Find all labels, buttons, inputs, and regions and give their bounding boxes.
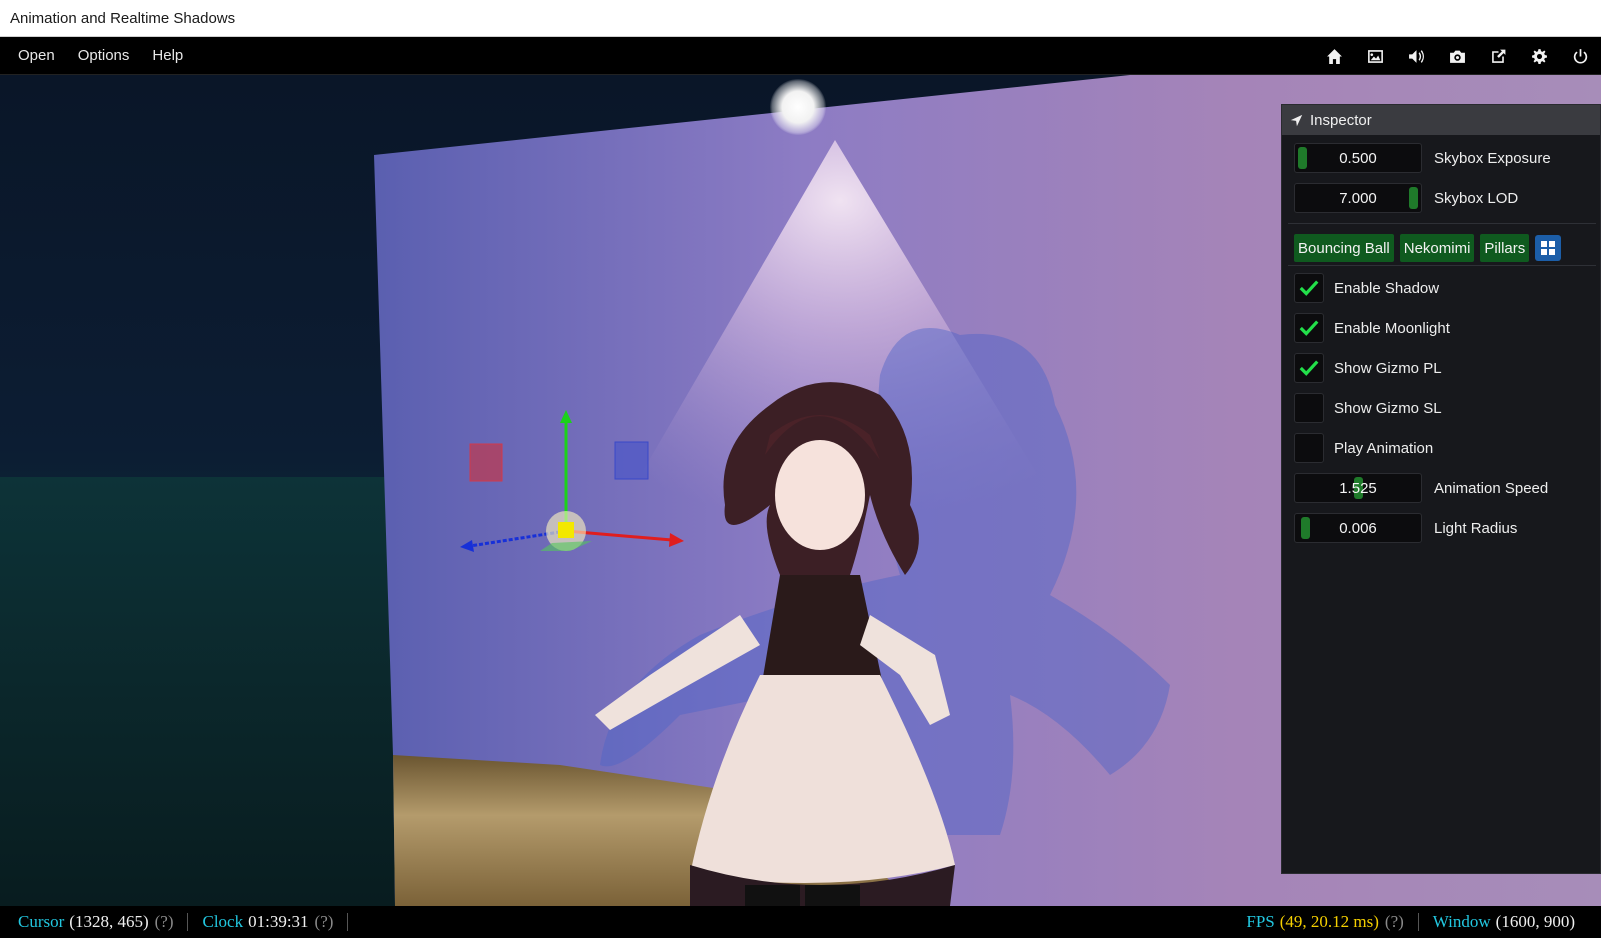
show-gizmo-sl-row: Show Gizmo SL: [1294, 393, 1442, 423]
checkbox-label: Enable Moonlight: [1334, 319, 1450, 337]
menu-bar: Open Options Help: [0, 37, 1601, 75]
check-icon: [1299, 360, 1319, 376]
status-window-value: (1600, 900): [1495, 912, 1575, 931]
status-window-label: Window: [1432, 912, 1491, 931]
check-icon: [1299, 280, 1319, 296]
menu-help[interactable]: Help: [141, 47, 194, 64]
status-fps-help[interactable]: (?): [1385, 912, 1404, 932]
settings-icon[interactable]: [1519, 37, 1560, 75]
light-radius-row: 0.006 Light Radius: [1294, 513, 1517, 543]
status-separator: [347, 913, 349, 931]
checkbox-label: Enable Shadow: [1334, 279, 1440, 297]
inspector-title: Inspector: [1310, 111, 1372, 129]
show-gizmo-sl-checkbox[interactable]: [1294, 393, 1324, 423]
spotlight-icon: [770, 79, 826, 135]
slider-knob[interactable]: [1298, 147, 1307, 169]
slider-knob[interactable]: [1409, 187, 1418, 209]
skybox-lod-row: 7.000 Skybox LOD: [1294, 183, 1518, 213]
power-icon[interactable]: [1560, 37, 1601, 75]
status-cursor-label: Cursor: [18, 912, 65, 931]
grid-icon: [1541, 241, 1556, 255]
volume-icon[interactable]: [1396, 37, 1437, 75]
checkbox-label: Show Gizmo PL: [1334, 359, 1442, 377]
play-animation-checkbox[interactable]: [1294, 433, 1324, 463]
inspector-panel: Inspector 0.500 Skybox Exposure 7.000 Sk…: [1281, 104, 1601, 874]
status-cursor-value: (1328, 465): [69, 912, 149, 931]
slider-label: Skybox LOD: [1434, 189, 1519, 207]
status-bar: Cursor (1328, 465) (?) Clock 01:39:31 (?…: [0, 906, 1601, 938]
camera-icon[interactable]: [1437, 37, 1478, 75]
scene-tabs: Bouncing Ball Nekomimi Pillars: [1294, 233, 1562, 263]
tab-bouncing-ball[interactable]: Bouncing Ball: [1294, 234, 1394, 262]
light-radius-slider[interactable]: 0.006: [1294, 513, 1422, 543]
enable-moonlight-row: Enable Moonlight: [1294, 313, 1450, 343]
external-link-icon[interactable]: [1478, 37, 1519, 75]
animation-speed-slider[interactable]: 1.525: [1294, 473, 1422, 503]
skybox-lod-slider[interactable]: 7.000: [1294, 183, 1422, 213]
show-gizmo-pl-checkbox[interactable]: [1294, 353, 1324, 383]
inspector-header: Inspector: [1282, 105, 1600, 135]
grid-view-button[interactable]: [1535, 235, 1562, 261]
slider-knob[interactable]: [1301, 517, 1310, 539]
skybox-exposure-row: 0.500 Skybox Exposure: [1294, 143, 1551, 173]
tab-nekomimi[interactable]: Nekomimi: [1399, 234, 1475, 262]
play-animation-row: Play Animation: [1294, 433, 1433, 463]
image-icon[interactable]: [1355, 37, 1396, 75]
slider-label: Skybox Exposure: [1434, 149, 1551, 167]
status-clock-help[interactable]: (?): [315, 912, 334, 932]
status-fps-value: (49, 20.12 ms): [1279, 912, 1379, 931]
enable-shadow-row: Enable Shadow: [1294, 273, 1439, 303]
check-icon: [1299, 320, 1319, 336]
skybox-exposure-slider[interactable]: 0.500: [1294, 143, 1422, 173]
checkbox-label: Show Gizmo SL: [1334, 399, 1442, 417]
enable-moonlight-checkbox[interactable]: [1294, 313, 1324, 343]
menu-open[interactable]: Open: [7, 47, 66, 64]
slider-value: 0.500: [1339, 149, 1377, 167]
tab-pillars[interactable]: Pillars: [1480, 234, 1530, 262]
status-clock-value: 01:39:31: [248, 912, 309, 931]
slider-value: 1.525: [1339, 479, 1377, 497]
slider-label: Animation Speed: [1434, 479, 1549, 497]
slider-value: 7.000: [1339, 189, 1377, 207]
status-separator: [187, 913, 189, 931]
divider: [1288, 265, 1596, 266]
status-cursor-help[interactable]: (?): [155, 912, 174, 932]
enable-shadow-checkbox[interactable]: [1294, 273, 1324, 303]
animation-speed-row: 1.525 Animation Speed: [1294, 473, 1548, 503]
window-title-bar: Animation and Realtime Shadows: [0, 0, 1601, 37]
slider-label: Light Radius: [1434, 519, 1518, 537]
window-title: Animation and Realtime Shadows: [10, 9, 236, 27]
show-gizmo-pl-row: Show Gizmo PL: [1294, 353, 1442, 383]
navigation-arrow-icon: [1290, 114, 1303, 126]
status-separator: [1417, 913, 1419, 931]
toolbar: [1314, 37, 1601, 75]
menu-options[interactable]: Options: [67, 47, 141, 64]
divider: [1288, 223, 1596, 224]
home-icon[interactable]: [1314, 37, 1355, 75]
status-clock-label: Clock: [202, 912, 244, 931]
slider-value: 0.006: [1339, 519, 1377, 537]
checkbox-label: Play Animation: [1334, 439, 1434, 457]
status-fps-label: FPS: [1246, 912, 1275, 931]
